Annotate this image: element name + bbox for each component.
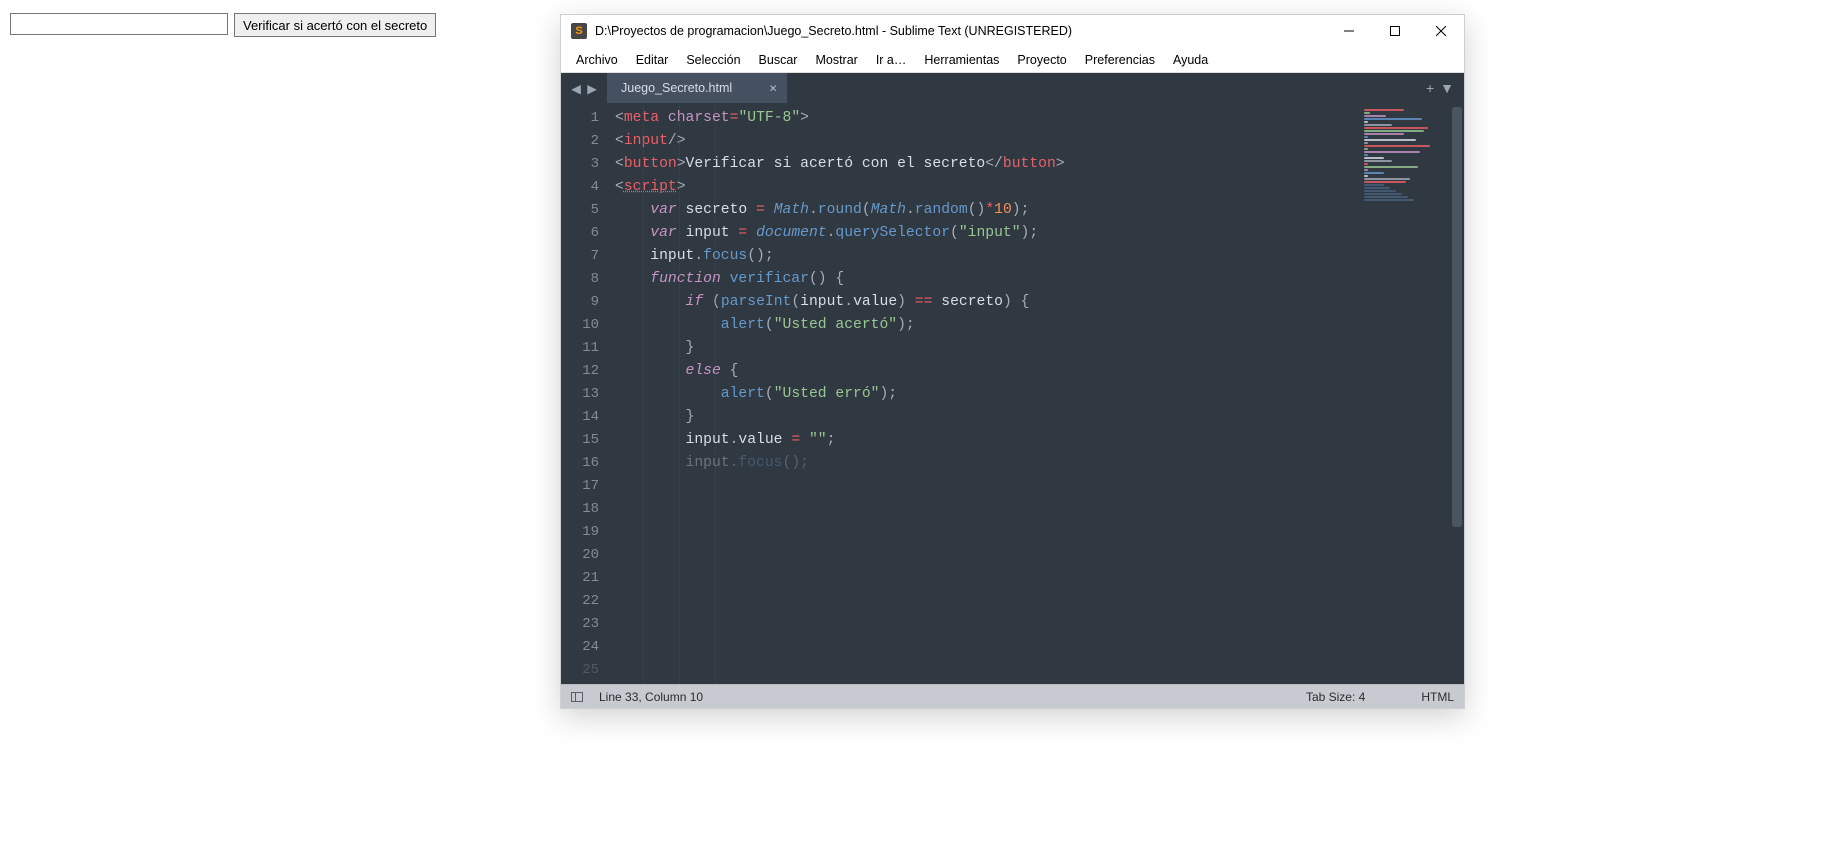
tab-bar: ◀ ▶ Juego_Secreto.html × + ▼ [561,73,1464,103]
menu-archivo[interactable]: Archivo [567,51,627,69]
tab-close-icon[interactable]: × [769,81,777,96]
menu-seleccion[interactable]: Selección [677,51,749,69]
title-bar: D:\Proyectos de programacion\Juego_Secre… [561,15,1464,47]
menu-preferencias[interactable]: Preferencias [1076,51,1164,69]
app-icon [571,23,587,39]
maximize-button[interactable] [1372,15,1418,47]
close-button[interactable] [1418,15,1464,47]
status-tab-size[interactable]: Tab Size: 4 [1306,690,1365,704]
tab-dropdown-icon[interactable]: ▼ [1440,80,1454,96]
menu-mostrar[interactable]: Mostrar [806,51,866,69]
status-syntax[interactable]: HTML [1421,690,1454,704]
menu-ayuda[interactable]: Ayuda [1164,51,1217,69]
verify-button[interactable]: Verificar si acertó con el secreto [234,13,436,37]
code-area[interactable]: <meta charset="UTF-8"><input/><button>Ve… [607,103,1360,684]
panel-switcher-icon[interactable] [571,692,583,702]
status-bar: Line 33, Column 10 Tab Size: 4 HTML [561,684,1464,708]
browser-preview: Verificar si acertó con el secreto [10,13,436,37]
vertical-scrollbar[interactable] [1450,103,1464,684]
menu-proyecto[interactable]: Proyecto [1008,51,1075,69]
status-position: Line 33, Column 10 [599,690,703,704]
minimap[interactable] [1360,103,1450,684]
window-title: D:\Proyectos de programacion\Juego_Secre… [595,24,1326,38]
sublime-window: D:\Proyectos de programacion\Juego_Secre… [560,14,1465,709]
tab-file[interactable]: Juego_Secreto.html × [607,73,787,103]
line-gutter: 1234567891011121314151617181920212223242… [561,103,607,684]
new-tab-icon[interactable]: + [1426,80,1434,96]
nav-forward-icon[interactable]: ▶ [585,81,599,95]
menu-herramientas[interactable]: Herramientas [915,51,1008,69]
menu-ir-a[interactable]: Ir a… [867,51,916,69]
tab-label: Juego_Secreto.html [621,81,732,95]
menu-editar[interactable]: Editar [627,51,678,69]
window-controls [1326,15,1464,47]
editor-body: 1234567891011121314151617181920212223242… [561,103,1464,684]
minimize-button[interactable] [1326,15,1372,47]
secret-input[interactable] [10,13,228,35]
menu-bar: Archivo Editar Selección Buscar Mostrar … [561,47,1464,73]
menu-buscar[interactable]: Buscar [750,51,807,69]
scroll-thumb[interactable] [1452,107,1462,527]
nav-back-icon[interactable]: ◀ [569,81,583,95]
